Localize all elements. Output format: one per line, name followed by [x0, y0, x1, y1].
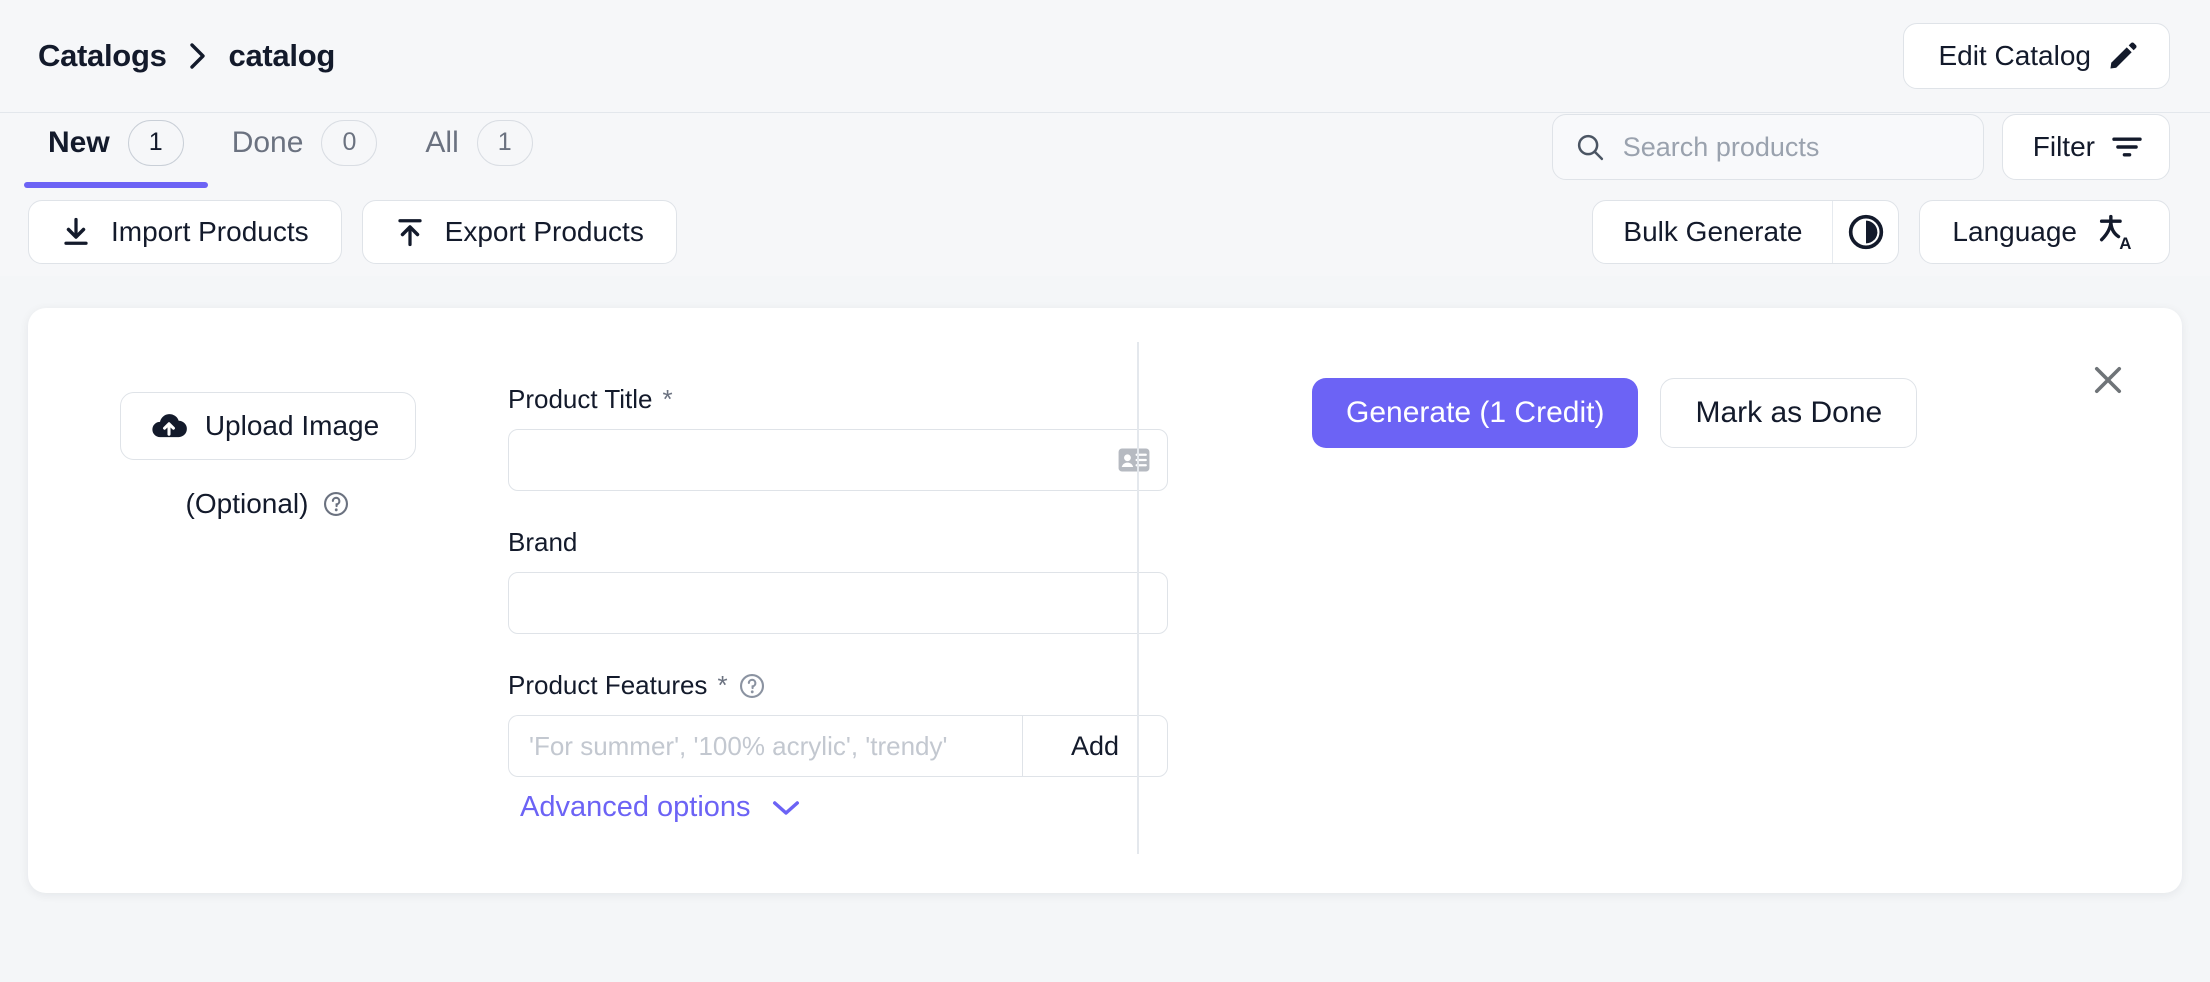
- cloud-upload-icon: [151, 411, 187, 441]
- tab-new-label: New: [48, 125, 110, 159]
- product-editor-card: Upload Image (Optional) Product Title *: [28, 308, 2182, 893]
- upload-image-button[interactable]: Upload Image: [119, 392, 417, 460]
- help-circle-icon[interactable]: [322, 490, 350, 518]
- filter-icon: [2111, 134, 2143, 160]
- import-products-label: Import Products: [111, 216, 309, 247]
- edit-catalog-button[interactable]: Edit Catalog: [1903, 23, 2170, 89]
- svg-text:A: A: [2119, 234, 2131, 252]
- generate-button[interactable]: Generate (1 Credit): [1312, 378, 1639, 448]
- brand-label: Brand: [508, 527, 578, 557]
- bulk-generate-label: Bulk Generate: [1623, 216, 1803, 247]
- card-actions-column: Generate (1 Credit) Mark as Done: [1168, 308, 1918, 893]
- contact-card-icon[interactable]: [1117, 446, 1151, 474]
- product-features-input-shell[interactable]: [508, 715, 1022, 777]
- chevron-down-icon: [771, 798, 801, 818]
- search-input[interactable]: [1622, 131, 1961, 163]
- product-features-label: Product Features: [508, 670, 708, 700]
- product-title-label: Product Title: [508, 384, 653, 414]
- tab-row: New 1 Done 0 All 1 Filter: [0, 113, 2210, 188]
- tab-new[interactable]: New 1: [24, 113, 208, 188]
- language-label: Language: [1952, 216, 2077, 247]
- search-area: Filter: [1551, 114, 2170, 188]
- breadcrumb-current[interactable]: catalog: [229, 38, 336, 74]
- help-circle-icon[interactable]: [738, 672, 766, 700]
- product-features-label-row: Product Features *: [508, 670, 1168, 701]
- bulk-generate-button[interactable]: Bulk Generate: [1593, 201, 1832, 263]
- top-bar: Catalogs catalog Edit Catalog: [0, 0, 2210, 113]
- brand-input-shell[interactable]: [508, 572, 1168, 634]
- tab-all[interactable]: All 1: [401, 113, 556, 188]
- product-title-field: Product Title *: [508, 384, 1168, 491]
- action-row: Import Products Export Products Bulk Gen…: [0, 188, 2210, 276]
- product-title-required-marker: *: [662, 384, 673, 414]
- edit-catalog-label: Edit Catalog: [1938, 40, 2091, 71]
- tab-all-count: 1: [476, 119, 533, 166]
- advanced-options-toggle[interactable]: Advanced options: [508, 791, 801, 824]
- column-divider: [1137, 342, 1139, 854]
- search-icon: [1575, 132, 1605, 162]
- product-title-label-row: Product Title *: [508, 384, 1168, 415]
- chevron-right-icon: [187, 41, 209, 71]
- tab-all-label: All: [425, 125, 459, 159]
- add-feature-button[interactable]: Add: [1022, 715, 1168, 777]
- breadcrumb-root[interactable]: Catalogs: [38, 38, 167, 74]
- translate-icon: A: [2097, 212, 2137, 252]
- product-features-input[interactable]: [529, 730, 1006, 762]
- mark-as-done-button[interactable]: Mark as Done: [1660, 378, 1918, 448]
- export-products-label: Export Products: [444, 216, 644, 247]
- product-title-input[interactable]: [529, 444, 1117, 476]
- filter-button[interactable]: Filter: [2001, 114, 2170, 180]
- pencil-icon: [2107, 40, 2139, 72]
- close-icon[interactable]: [2084, 356, 2132, 404]
- language-button[interactable]: Language A: [1919, 200, 2170, 264]
- export-products-button[interactable]: Export Products: [361, 200, 677, 264]
- product-form: Product Title * Brand Product Features *…: [508, 308, 1168, 893]
- brand-input[interactable]: [529, 587, 1151, 619]
- brand-label-row: Brand: [508, 527, 1168, 558]
- upload-optional-label: (Optional): [185, 488, 309, 519]
- upload-image-label: Upload Image: [204, 410, 380, 441]
- import-products-button[interactable]: Import Products: [28, 200, 342, 264]
- tab-done[interactable]: Done 0: [208, 113, 402, 188]
- product-title-input-shell[interactable]: [508, 429, 1168, 491]
- app-page: Catalogs catalog Edit Catalog New 1 Done…: [0, 0, 2210, 982]
- bulk-generate-split-button: Bulk Generate: [1592, 200, 1900, 264]
- breadcrumb: Catalogs catalog: [38, 38, 335, 74]
- brand-field: Brand: [508, 527, 1168, 634]
- import-export-group: Import Products Export Products: [28, 200, 677, 264]
- upload-column: Upload Image (Optional): [28, 308, 508, 893]
- product-features-required-marker: *: [717, 670, 728, 700]
- upload-optional-note: (Optional): [186, 488, 351, 520]
- product-features-field: Product Features * Add Advanced option: [508, 670, 1168, 824]
- download-icon: [61, 217, 91, 247]
- search-box[interactable]: [1551, 114, 1984, 180]
- advanced-options-label: Advanced options: [520, 791, 751, 823]
- upload-icon: [395, 217, 425, 247]
- generate-language-group: Bulk Generate Language A: [1592, 200, 2170, 264]
- tab-done-count: 0: [321, 119, 378, 166]
- tab-done-label: Done: [231, 125, 304, 159]
- status-tabs: New 1 Done 0 All 1: [24, 113, 557, 188]
- product-features-combo: Add: [508, 715, 1168, 777]
- filter-label: Filter: [2032, 131, 2095, 162]
- contrast-circle-icon[interactable]: [1832, 201, 1898, 263]
- card-actions: Generate (1 Credit) Mark as Done: [1312, 378, 1918, 448]
- tab-new-count: 1: [127, 119, 184, 166]
